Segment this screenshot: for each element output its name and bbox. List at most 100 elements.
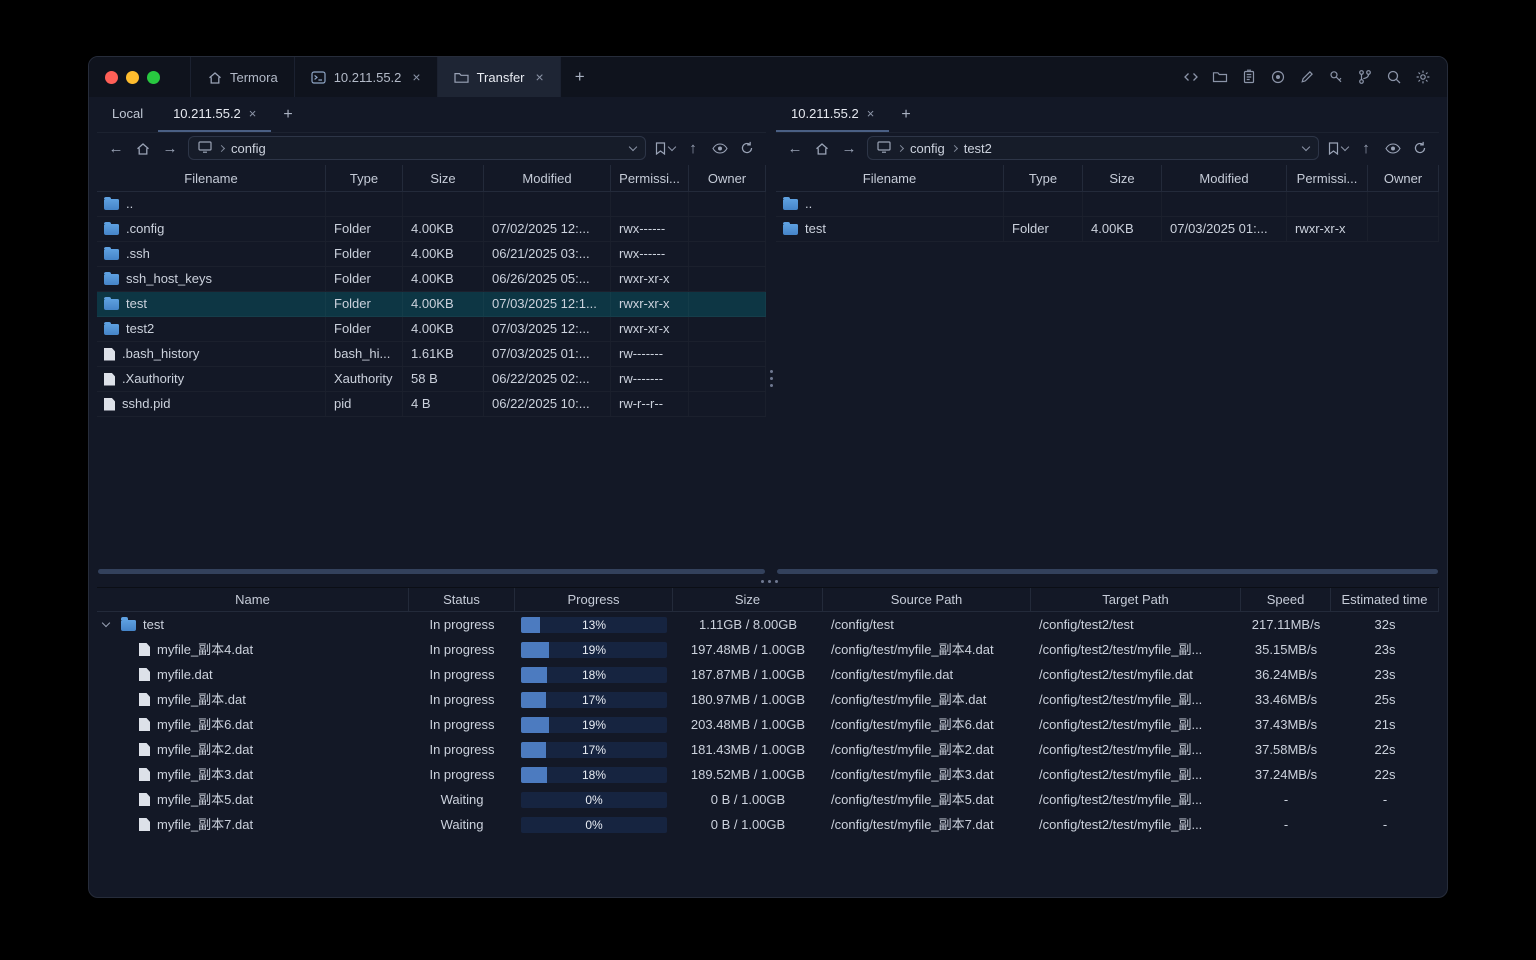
col-speed[interactable]: Speed [1241,588,1331,611]
close-tab-icon[interactable]: × [536,69,544,85]
close-tab-icon[interactable]: × [249,106,257,121]
col-permissions[interactable]: Permissi... [1287,165,1368,191]
tab-host-terminal[interactable]: 10.211.55.2 × [295,57,438,97]
col-permissions[interactable]: Permissi... [611,165,689,191]
col-modified[interactable]: Modified [484,165,611,191]
file-row[interactable]: .config Folder 4.00KB 07/02/2025 12:... … [97,217,766,242]
tab-label: Transfer [476,69,525,85]
edit-icon[interactable] [1299,69,1315,85]
transfer-row[interactable]: myfile_副本2.dat In progress 17% 181.43MB … [97,737,1439,762]
col-estimated-time[interactable]: Estimated time [1331,588,1439,611]
scrollbar-thumb[interactable] [777,568,1438,574]
file-row[interactable]: .ssh Folder 4.00KB 06/21/2025 03:... rwx… [97,242,766,267]
tab-termora[interactable]: Termora [190,57,295,97]
file-row[interactable]: test Folder 4.00KB 07/03/2025 12:1... rw… [97,292,766,317]
transfer-row[interactable]: test In progress 13% 1.11GB / 8.00GB /co… [97,612,1439,637]
col-target-path[interactable]: Target Path [1031,588,1241,611]
forward-button[interactable]: → [840,141,858,156]
up-directory-button[interactable]: ↑ [1357,141,1375,156]
transfer-row[interactable]: myfile_副本5.dat Waiting 0% 0 B / 1.00GB /… [97,787,1439,812]
size-cell: 4.00KB [1083,217,1162,241]
col-size[interactable]: Size [1083,165,1162,191]
file-type-icon [104,196,119,210]
pane-tab-host[interactable]: 10.211.55.2 × [158,97,272,132]
key-icon[interactable] [1328,69,1344,85]
col-progress[interactable]: Progress [515,588,673,611]
transfer-row[interactable]: myfile_副本.dat In progress 17% 180.97MB /… [97,687,1439,712]
close-tab-icon[interactable]: × [412,69,420,85]
close-window-button[interactable] [105,70,118,84]
col-modified[interactable]: Modified [1162,165,1287,191]
forward-button[interactable]: → [161,141,179,156]
clipboard-icon[interactable] [1241,69,1257,85]
new-folder-icon[interactable] [1212,69,1228,85]
col-type[interactable]: Type [326,165,403,191]
breadcrumb-segment[interactable]: config [231,141,266,156]
breadcrumb-segment[interactable]: test2 [964,141,992,156]
file-row[interactable]: test2 Folder 4.00KB 07/03/2025 12:... rw… [97,317,766,342]
show-hidden-eye-button[interactable] [1384,142,1402,154]
col-owner[interactable]: Owner [1368,165,1439,191]
modified-cell: 07/03/2025 01:... [484,342,611,366]
horizontal-splitter[interactable] [97,575,1439,587]
transfer-row[interactable]: myfile_副本6.dat In progress 19% 203.48MB … [97,712,1439,737]
file-row[interactable]: .bash_history bash_hi... 1.61KB 07/03/20… [97,342,766,367]
git-branch-icon[interactable] [1357,69,1373,85]
vertical-splitter[interactable] [766,97,776,575]
owner-cell [689,217,766,241]
col-type[interactable]: Type [1004,165,1083,191]
new-tab-button[interactable]: + [561,57,599,97]
path-breadcrumb[interactable]: config test2 [867,136,1319,160]
file-row[interactable]: .. [97,192,766,217]
settings-gear-icon[interactable] [1415,69,1431,85]
col-owner[interactable]: Owner [689,165,766,191]
file-row[interactable]: .. [776,192,1439,217]
chevron-down-icon[interactable] [628,142,638,151]
show-hidden-eye-button[interactable] [711,142,729,154]
bookmark-button[interactable] [1328,141,1350,155]
search-icon[interactable] [1386,69,1402,85]
col-filename[interactable]: Filename [97,165,326,191]
up-directory-button[interactable]: ↑ [684,141,702,156]
file-row[interactable]: test Folder 4.00KB 07/03/2025 01:... rwx… [776,217,1439,242]
transfer-row[interactable]: myfile_副本4.dat In progress 19% 197.48MB … [97,637,1439,662]
pane-tab-host[interactable]: 10.211.55.2 × [776,97,890,132]
minimize-window-button[interactable] [126,70,139,84]
filename-text: sshd.pid [122,396,171,411]
close-tab-icon[interactable]: × [867,106,875,121]
bookmark-button[interactable] [655,141,677,155]
permissions-cell: rw-r--r-- [611,392,689,416]
col-source-path[interactable]: Source Path [823,588,1031,611]
zoom-window-button[interactable] [147,70,160,84]
home-button[interactable] [813,142,831,155]
col-status[interactable]: Status [409,588,515,611]
back-button[interactable]: ← [107,141,125,156]
transfer-row[interactable]: myfile_副本3.dat In progress 18% 189.52MB … [97,762,1439,787]
transfer-name-text: myfile_副本3.dat [157,767,254,782]
record-icon[interactable] [1270,69,1286,85]
file-row[interactable]: sshd.pid pid 4 B 06/22/2025 10:... rw-r-… [97,392,766,417]
col-size[interactable]: Size [673,588,823,611]
code-icon[interactable] [1183,69,1199,85]
expand-chevron-icon[interactable] [101,618,121,628]
home-button[interactable] [134,142,152,155]
new-pane-tab-button[interactable]: + [271,97,304,132]
chevron-down-icon[interactable] [1301,142,1311,151]
back-button[interactable]: ← [786,141,804,156]
col-name[interactable]: Name [97,588,409,611]
file-row[interactable]: .Xauthority Xauthority 58 B 06/22/2025 0… [97,367,766,392]
right-table-header: Filename Type Size Modified Permissi... … [776,165,1439,192]
col-size[interactable]: Size [403,165,484,191]
transfer-row[interactable]: myfile_副本7.dat Waiting 0% 0 B / 1.00GB /… [97,812,1439,837]
breadcrumb-segment[interactable]: config [910,141,945,156]
new-pane-tab-button[interactable]: + [889,97,922,132]
refresh-button[interactable] [738,141,756,155]
tab-transfer[interactable]: Transfer × [437,57,561,97]
scrollbar-thumb[interactable] [98,568,765,574]
file-row[interactable]: ssh_host_keys Folder 4.00KB 06/26/2025 0… [97,267,766,292]
transfer-row[interactable]: myfile.dat In progress 18% 187.87MB / 1.… [97,662,1439,687]
path-breadcrumb[interactable]: config [188,136,646,160]
refresh-button[interactable] [1411,141,1429,155]
col-filename[interactable]: Filename [776,165,1004,191]
pane-tab-local[interactable]: Local [97,97,158,132]
